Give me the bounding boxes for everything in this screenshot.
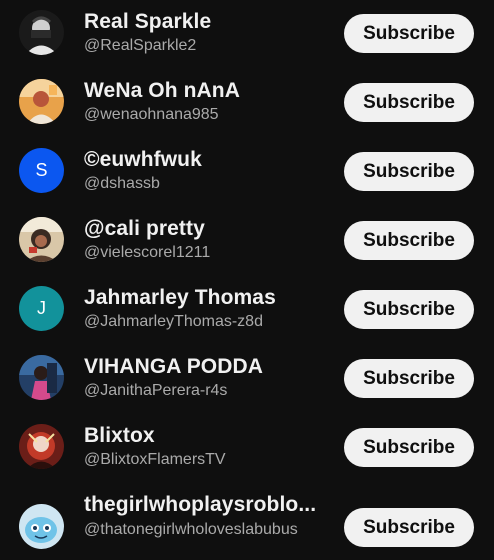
channel-name[interactable]: Real Sparkle (84, 10, 211, 34)
channel-row[interactable]: @cali pretty @vielescorel1211 Subscribe (0, 207, 494, 276)
channel-row[interactable]: S ©euwhfwuk @dshassb Subscribe (0, 138, 494, 207)
subscribe-button[interactable]: Subscribe (344, 152, 474, 191)
profile-photo-icon (19, 504, 64, 549)
channel-avatar[interactable] (19, 424, 64, 469)
subscribe-button[interactable]: Subscribe (344, 508, 474, 547)
channel-avatar[interactable] (19, 10, 64, 55)
channel-handle: @thatonegirlwholoveslabubus (84, 521, 298, 538)
channel-avatar[interactable] (19, 504, 64, 549)
channel-name[interactable]: WeNa Oh nAnA (84, 79, 240, 103)
profile-photo-icon (19, 79, 64, 124)
channel-handle: @JahmarleyThomas-z8d (84, 313, 263, 330)
channel-row[interactable]: Blixtox @BlixtoxFlamersTV Subscribe (0, 414, 494, 483)
channel-avatar[interactable]: S (19, 148, 64, 193)
channel-row[interactable]: WeNa Oh nAnA @wenaohnana985 Subscribe (0, 69, 494, 138)
channel-avatar[interactable] (19, 79, 64, 124)
subscribe-button[interactable]: Subscribe (344, 221, 474, 260)
profile-photo-icon (19, 217, 64, 262)
channel-row[interactable]: J Jahmarley Thomas @JahmarleyThomas-z8d … (0, 276, 494, 345)
profile-photo-icon (19, 10, 64, 55)
channel-avatar[interactable]: J (19, 286, 64, 331)
subscribe-button[interactable]: Subscribe (344, 14, 474, 53)
subscribe-button[interactable]: Subscribe (344, 290, 474, 329)
channel-handle: @JanithaPerera-r4s (84, 382, 228, 399)
channel-handle: @RealSparkle2 (84, 37, 197, 54)
subscribe-button[interactable]: Subscribe (344, 428, 474, 467)
channel-row[interactable]: Real Sparkle @RealSparkle2 Subscribe (0, 0, 494, 69)
channel-name[interactable]: @cali pretty (84, 217, 205, 241)
channel-name[interactable]: Blixtox (84, 424, 155, 448)
channel-row[interactable]: VIHANGA PODDA @JanithaPerera-r4s Subscri… (0, 345, 494, 414)
avatar-letter: S (35, 160, 48, 180)
channel-name[interactable]: ©euwhfwuk (84, 148, 202, 172)
channel-avatar[interactable] (19, 217, 64, 262)
channel-handle: @dshassb (84, 175, 160, 192)
channel-avatar[interactable] (19, 355, 64, 400)
channel-handle: @vielescorel1211 (84, 244, 211, 261)
subscriptions-list: Real Sparkle @RealSparkle2 Subscribe WeN… (0, 0, 494, 560)
avatar-letter: J (37, 298, 46, 318)
channel-handle: @BlixtoxFlamersTV (84, 451, 226, 468)
subscribe-button[interactable]: Subscribe (344, 359, 474, 398)
channel-row[interactable]: thegirlwhoplaysroblo... @thatonegirlwhol… (0, 483, 494, 560)
profile-photo-icon (19, 355, 64, 400)
profile-photo-icon (19, 424, 64, 469)
channel-name[interactable]: Jahmarley Thomas (84, 286, 276, 310)
subscribe-button[interactable]: Subscribe (344, 83, 474, 122)
channel-name[interactable]: thegirlwhoplaysroblo... (84, 493, 316, 517)
channel-name[interactable]: VIHANGA PODDA (84, 355, 263, 379)
channel-handle: @wenaohnana985 (84, 106, 219, 123)
